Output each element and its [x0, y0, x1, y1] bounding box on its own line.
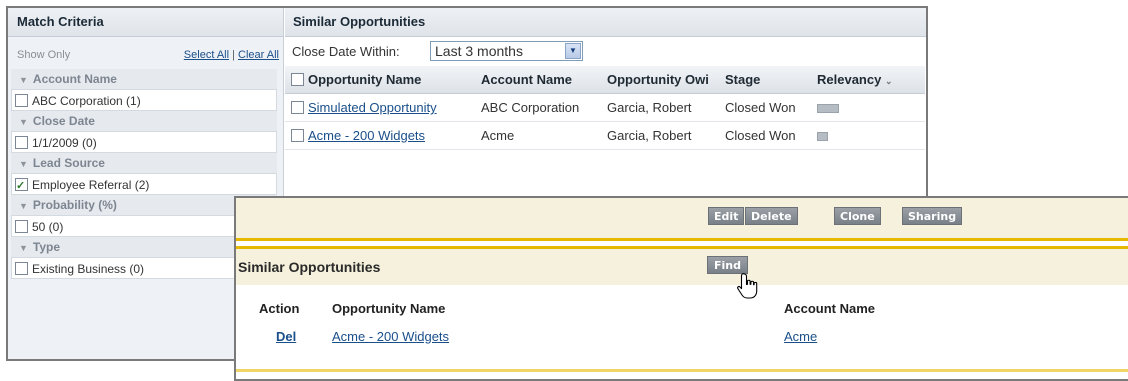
column-account-name[interactable]: Account Name: [475, 66, 601, 94]
collapse-arrow-icon: ▼: [19, 201, 28, 211]
opportunity-link[interactable]: Acme - 200 Widgets: [308, 128, 425, 143]
similar-opportunities-table: Opportunity Name Account Name Opportunit…: [285, 66, 925, 150]
sharing-button[interactable]: Sharing: [902, 207, 963, 225]
clear-all-link[interactable]: Clear All: [238, 49, 279, 61]
table-row: Simulated Opportunity ABC Corporation Ga…: [285, 93, 925, 122]
collapse-arrow-icon: ▼: [19, 243, 28, 253]
hand-cursor-icon: [737, 272, 758, 299]
criteria-group-account-name[interactable]: ▼ Account Name: [11, 69, 277, 89]
match-criteria-title: Match Criteria: [8, 8, 283, 37]
sort-chevron-icon: ⌄: [884, 76, 893, 86]
cell-opportunity-name: Acme - 200 Widgets: [285, 121, 475, 150]
criteria-item-label: Existing Business (0): [32, 262, 145, 276]
table-row: Acme - 200 Widgets Acme Garcia, Robert C…: [285, 121, 925, 150]
cell-opportunity-name: Simulated Opportunity: [285, 93, 475, 122]
close-date-label: Close Date Within:: [292, 44, 400, 59]
criteria-item-label: 1/1/2009 (0): [32, 136, 97, 150]
column-label: Opportunity Name: [308, 72, 422, 87]
cell-account: Acme: [475, 121, 601, 150]
criteria-item-close-date[interactable]: 1/1/2009 (0): [11, 131, 277, 153]
cell-owner: Garcia, Robert: [601, 121, 719, 150]
column-account-name: Account Name: [784, 301, 876, 316]
delete-button[interactable]: Delete: [745, 207, 798, 225]
criteria-item-label: ABC Corporation (1): [32, 94, 141, 108]
cell-stage: Closed Won: [719, 93, 811, 122]
column-action: Action: [259, 301, 300, 316]
row-checkbox[interactable]: [291, 101, 304, 114]
button-bar: Edit Delete Clone Sharing: [236, 198, 1128, 241]
del-link[interactable]: Del: [276, 329, 296, 344]
chevron-down-icon[interactable]: ▼: [565, 43, 581, 59]
criteria-group-label: Close Date: [32, 114, 95, 128]
column-stage[interactable]: Stage: [719, 66, 811, 94]
opportunity-link[interactable]: Simulated Opportunity: [308, 100, 437, 115]
relevancy-bar: [817, 104, 839, 114]
show-only-label: Show Only: [17, 49, 71, 61]
close-date-row: Close Date Within: Last 3 months ▼: [285, 37, 926, 67]
criteria-group-label: Type: [32, 240, 61, 254]
criteria-item-label: Employee Referral (2): [32, 178, 150, 192]
checkbox[interactable]: [15, 94, 28, 107]
criteria-item-account[interactable]: ABC Corporation (1): [11, 89, 277, 111]
cell-account: ABC Corporation: [475, 93, 601, 122]
close-date-value: Last 3 months: [435, 43, 523, 59]
cell-relevancy: [811, 93, 925, 122]
table-header-row: Opportunity Name Account Name Opportunit…: [285, 66, 925, 94]
column-relevancy[interactable]: Relevancy ⌄: [811, 66, 925, 94]
clone-button[interactable]: Clone: [834, 207, 881, 225]
edit-button[interactable]: Edit: [708, 207, 745, 225]
show-only-row: Show Only Select All | Clear All: [8, 37, 283, 67]
column-opportunity-name: Opportunity Name: [332, 301, 446, 316]
cell-stage: Closed Won: [719, 121, 811, 150]
criteria-group-label: Probability (%): [32, 198, 117, 212]
table-row: Del Acme - 200 Widgets Acme: [236, 329, 1128, 351]
checkbox[interactable]: [15, 136, 28, 149]
section-divider: [236, 369, 1128, 372]
criteria-item-label: 50 (0): [32, 220, 64, 234]
related-list-title: Similar Opportunities: [238, 259, 381, 275]
collapse-arrow-icon: ▼: [19, 117, 28, 127]
similar-opportunities-title: Similar Opportunities: [285, 8, 926, 37]
cell-relevancy: [811, 121, 925, 150]
column-opportunity-owner[interactable]: Opportunity Owi: [601, 66, 719, 94]
criteria-group-label: Lead Source: [32, 156, 105, 170]
criteria-group-close-date[interactable]: ▼ Close Date: [11, 111, 277, 131]
related-list-header-row: Action Opportunity Name Account Name: [236, 301, 1128, 321]
row-checkbox[interactable]: [291, 129, 304, 142]
close-date-select[interactable]: Last 3 months ▼: [430, 41, 583, 61]
relevancy-bar: [817, 132, 828, 142]
collapse-arrow-icon: ▼: [19, 75, 28, 85]
criteria-item-lead-source[interactable]: Employee Referral (2): [11, 173, 277, 197]
account-link[interactable]: Acme: [784, 329, 817, 344]
link-separator: |: [232, 49, 235, 61]
opportunity-detail-window: Edit Delete Clone Sharing Similar Opport…: [234, 196, 1128, 381]
checkbox[interactable]: [15, 262, 28, 275]
related-list-header: Similar Opportunities Find: [236, 246, 1128, 299]
collapse-arrow-icon: ▼: [19, 159, 28, 169]
criteria-group-label: Account Name: [32, 72, 117, 86]
checkbox-checked[interactable]: [15, 175, 28, 197]
checkbox[interactable]: [15, 220, 28, 233]
opportunity-link[interactable]: Acme - 200 Widgets: [332, 329, 449, 344]
select-all-checkbox[interactable]: [291, 73, 304, 86]
criteria-group-lead-source[interactable]: ▼ Lead Source: [11, 153, 277, 173]
select-links: Select All | Clear All: [184, 49, 279, 61]
column-label: Relevancy: [817, 72, 882, 87]
column-opportunity-name[interactable]: Opportunity Name: [285, 66, 475, 94]
cell-owner: Garcia, Robert: [601, 93, 719, 122]
select-all-link[interactable]: Select All: [184, 49, 229, 61]
